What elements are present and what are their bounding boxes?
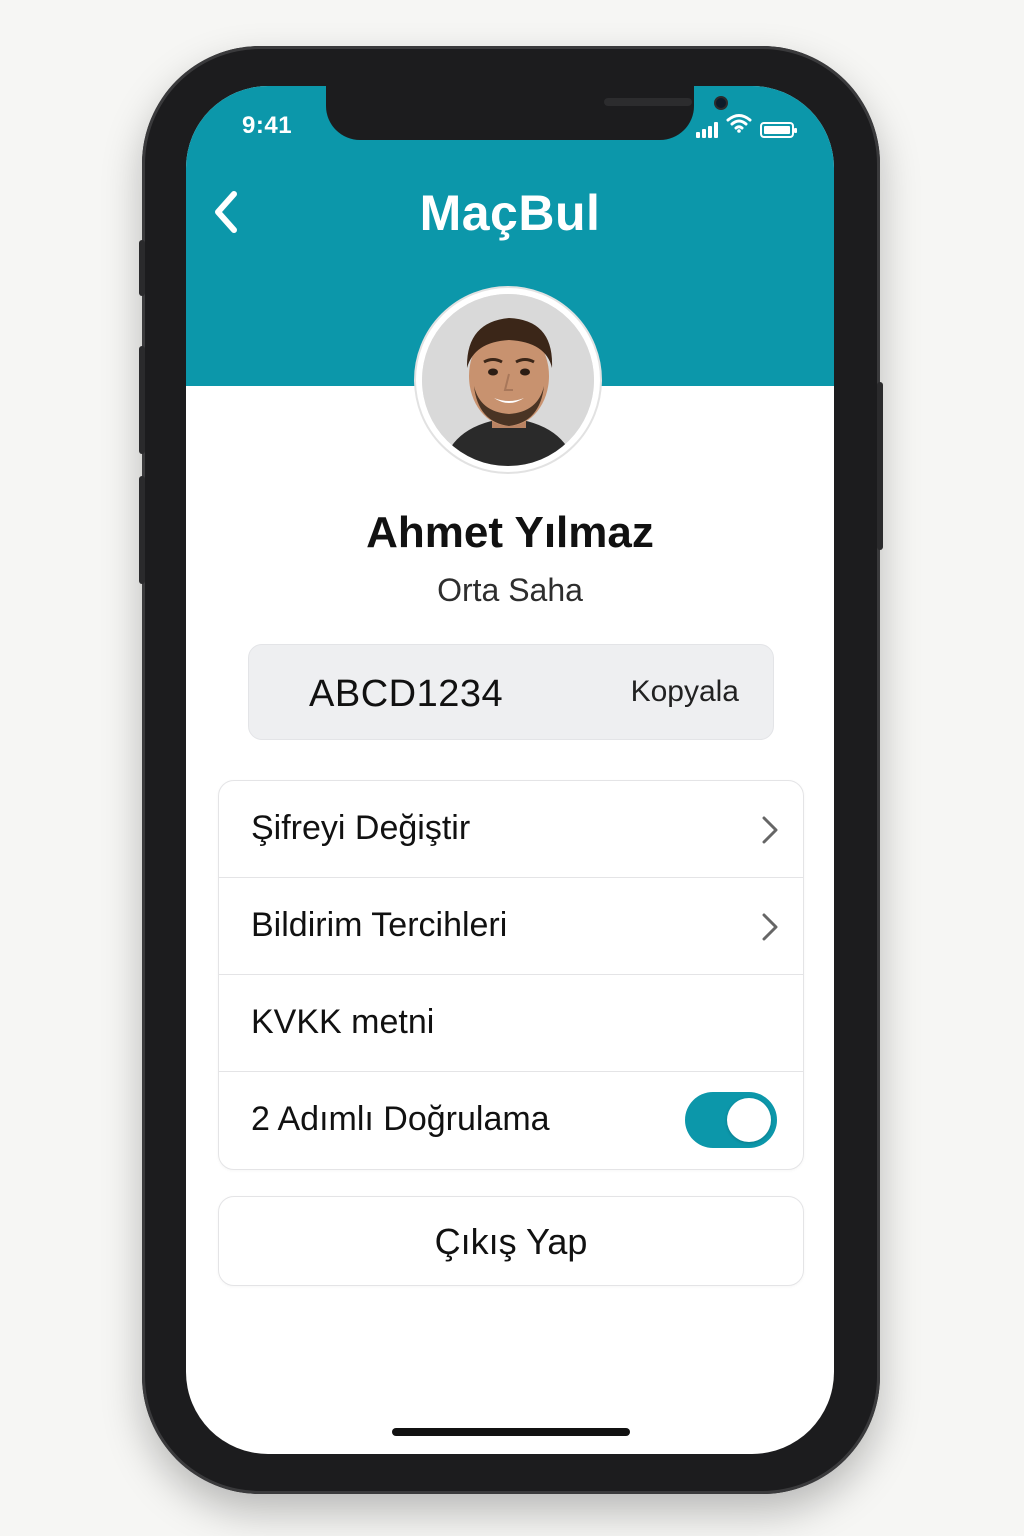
settings-item-notification-preferences[interactable]: Bildirim Tercihleri: [219, 878, 803, 975]
app-title: MaçBul: [419, 185, 601, 241]
settings-item-label: Şifreyi Değiştir: [251, 809, 471, 847]
status-icons: [696, 113, 797, 138]
two-factor-toggle[interactable]: [685, 1092, 777, 1148]
settings-item-kvkk[interactable]: KVKK metni: [219, 975, 803, 1072]
notch: [326, 86, 728, 140]
settings-item-change-password[interactable]: Şifreyi Değiştir: [219, 781, 803, 878]
volume-up-button: [139, 346, 145, 454]
power-button: [877, 382, 883, 550]
chevron-right-icon: [762, 816, 778, 844]
toggle-knob: [727, 1098, 771, 1142]
status-time: 9:41: [242, 112, 293, 139]
phone-screen: 9:41 MaçBul Ahmet Yılmaz Orta Saha ABCD1…: [186, 86, 834, 1454]
copy-button[interactable]: Kopyala: [631, 675, 739, 709]
settings-item-label: 2 Adımlı Doğrulama: [251, 1100, 550, 1138]
signal-icon: [696, 122, 718, 138]
logout-button[interactable]: Çıkış Yap: [218, 1196, 804, 1286]
chevron-right-icon: [762, 913, 778, 941]
battery-icon: [760, 122, 797, 138]
avatar: [414, 286, 602, 474]
settings-list: Şifreyi Değiştir Bildirim Tercihleri KVK…: [218, 780, 804, 1170]
settings-item-two-factor: 2 Adımlı Doğrulama: [219, 1072, 803, 1169]
settings-item-label: Bildirim Tercihleri: [251, 906, 508, 944]
speaker-grille: [604, 98, 692, 106]
profile-position: Orta Saha: [437, 572, 583, 608]
logout-label: Çıkış Yap: [434, 1221, 588, 1262]
avatar-photo: [422, 294, 594, 466]
volume-down-button: [139, 476, 145, 584]
settings-item-label: KVKK metni: [251, 1003, 435, 1041]
referral-code: ABCD1234: [309, 673, 504, 715]
home-indicator[interactable]: [392, 1428, 630, 1436]
profile-name: Ahmet Yılmaz: [366, 508, 654, 557]
wifi-icon: [726, 113, 752, 138]
silent-switch: [139, 240, 145, 296]
front-camera: [714, 96, 728, 110]
referral-code-box: ABCD1234 Kopyala: [248, 644, 774, 740]
